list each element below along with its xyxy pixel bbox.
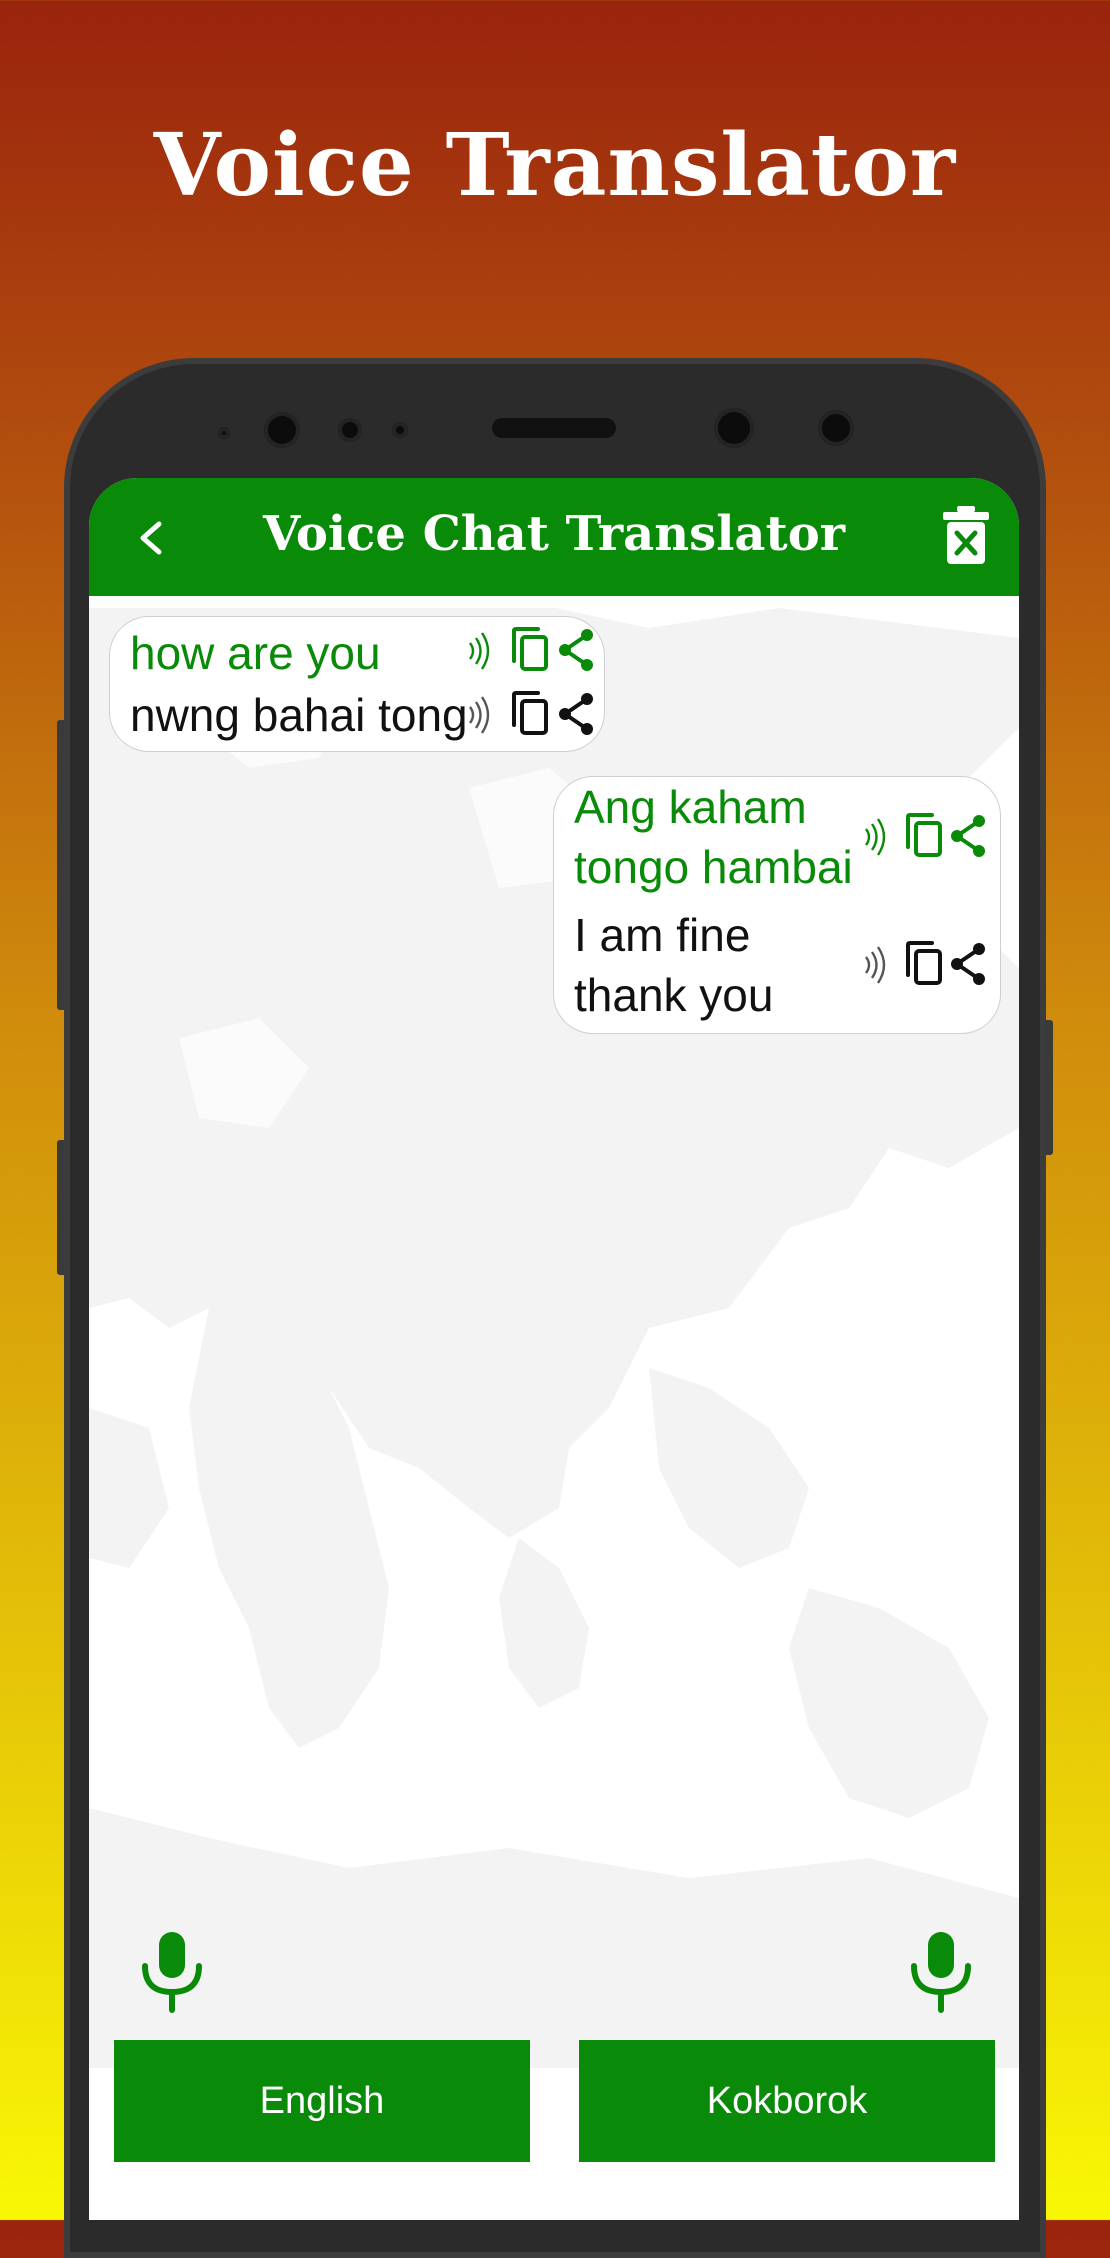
trash-x-icon[interactable] [941, 504, 991, 566]
copy-icon[interactable] [508, 689, 552, 739]
source-language-button[interactable]: English [114, 2040, 530, 2162]
share-icon[interactable] [946, 811, 990, 861]
earpiece-speaker [492, 418, 616, 438]
speaker-wave-icon[interactable] [860, 813, 890, 861]
share-icon[interactable] [554, 689, 598, 739]
front-camera [338, 418, 362, 442]
screen-title: Voice Chat Translator [263, 506, 845, 562]
source-text: how are you [130, 627, 381, 679]
copy-icon[interactable] [902, 811, 946, 861]
target-language-button[interactable]: Kokborok [579, 2040, 995, 2162]
front-camera [264, 412, 300, 448]
speaker-wave-icon[interactable] [860, 941, 890, 989]
microphone-icon[interactable] [906, 1930, 976, 2014]
copy-icon[interactable] [902, 939, 946, 989]
translated-text: I am fine thank you [574, 909, 774, 1021]
share-icon[interactable] [554, 625, 598, 675]
message-bubble-right: Ang kaham tongo hambai I am fine thank y… [553, 776, 1001, 1034]
front-camera [218, 427, 230, 439]
app-bar: Voice Chat Translator [89, 478, 1019, 596]
source-text: Ang kaham tongo hambai [574, 781, 853, 893]
front-camera [392, 422, 408, 438]
microphone-icon[interactable] [137, 1930, 207, 2014]
speaker-wave-icon[interactable] [464, 691, 494, 739]
message-bubble-left: how are you nwng bahai tong [109, 616, 605, 752]
app-screen: Voice Chat Translator how are you nwng b… [89, 478, 1019, 2220]
front-camera [818, 410, 854, 446]
translated-text: nwng bahai tong [130, 689, 468, 741]
promo-title: Voice Translator [153, 115, 957, 216]
share-icon[interactable] [946, 939, 990, 989]
front-camera [714, 408, 754, 448]
speaker-wave-icon[interactable] [464, 627, 494, 675]
copy-icon[interactable] [508, 625, 552, 675]
